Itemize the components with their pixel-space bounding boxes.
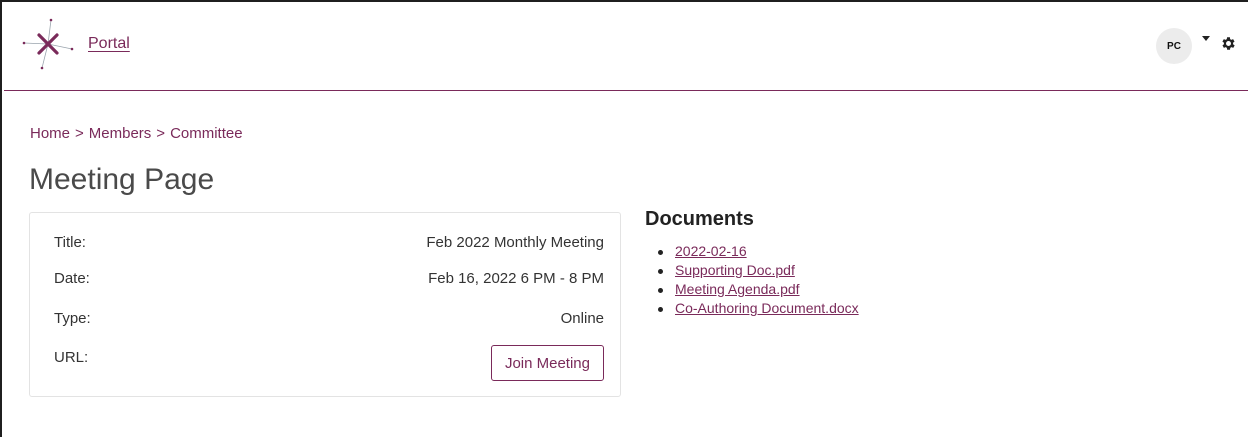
meeting-type-value: Online <box>560 310 604 327</box>
meeting-type-label: Type: <box>54 310 91 327</box>
meeting-title-label: Title: <box>54 234 86 251</box>
breadcrumb-separator: > <box>156 125 166 142</box>
join-meeting-button[interactable]: Join Meeting <box>490 345 604 381</box>
app-window: Portal PC Home > Members > Committee Meeting… <box>0 0 1248 437</box>
document-link-co-authoring[interactable]: Co-Authoring Document.docx <box>675 300 859 316</box>
list-item: Meeting Agenda.pdf <box>658 280 859 299</box>
documents-heading: Documents <box>645 208 754 230</box>
breadcrumb: Home > Members > Committee <box>30 125 243 142</box>
meeting-row-title: Title: Feb 2022 Monthly Meeting <box>30 234 620 256</box>
caret-down-icon[interactable] <box>1202 36 1210 41</box>
user-avatar[interactable]: PC <box>1156 28 1192 64</box>
document-link-2022-02-16[interactable]: 2022-02-16 <box>675 243 747 259</box>
portal-link[interactable]: Portal <box>88 35 130 53</box>
top-navbar: Portal PC <box>4 4 1248 91</box>
breadcrumb-separator: > <box>75 125 84 142</box>
breadcrumb-home[interactable]: Home <box>30 125 70 142</box>
gear-icon[interactable] <box>1220 35 1237 52</box>
list-item: Co-Authoring Document.docx <box>658 299 859 318</box>
list-item: 2022-02-16 <box>658 242 859 261</box>
starburst-logo-icon[interactable] <box>20 16 76 72</box>
document-link-supporting-doc[interactable]: Supporting Doc.pdf <box>675 262 795 278</box>
meeting-title-value: Feb 2022 Monthly Meeting <box>426 234 604 251</box>
meeting-date-value: Feb 16, 2022 6 PM - 8 PM <box>428 270 604 287</box>
breadcrumb-committee[interactable]: Committee <box>170 125 243 142</box>
page-title: Meeting Page <box>29 163 215 196</box>
breadcrumb-members[interactable]: Members <box>89 125 152 142</box>
meeting-row-date: Date: Feb 16, 2022 6 PM - 8 PM <box>30 270 620 292</box>
list-item: Supporting Doc.pdf <box>658 261 859 280</box>
meeting-url-label: URL: <box>54 349 89 366</box>
meeting-row-type: Type: Online <box>30 310 620 332</box>
document-link-meeting-agenda[interactable]: Meeting Agenda.pdf <box>675 281 800 297</box>
meeting-details-card: Title: Feb 2022 Monthly Meeting Date: Fe… <box>29 212 621 397</box>
meeting-date-label: Date: <box>54 270 90 287</box>
documents-list: 2022-02-16 Supporting Doc.pdf Meeting Ag… <box>658 242 859 318</box>
